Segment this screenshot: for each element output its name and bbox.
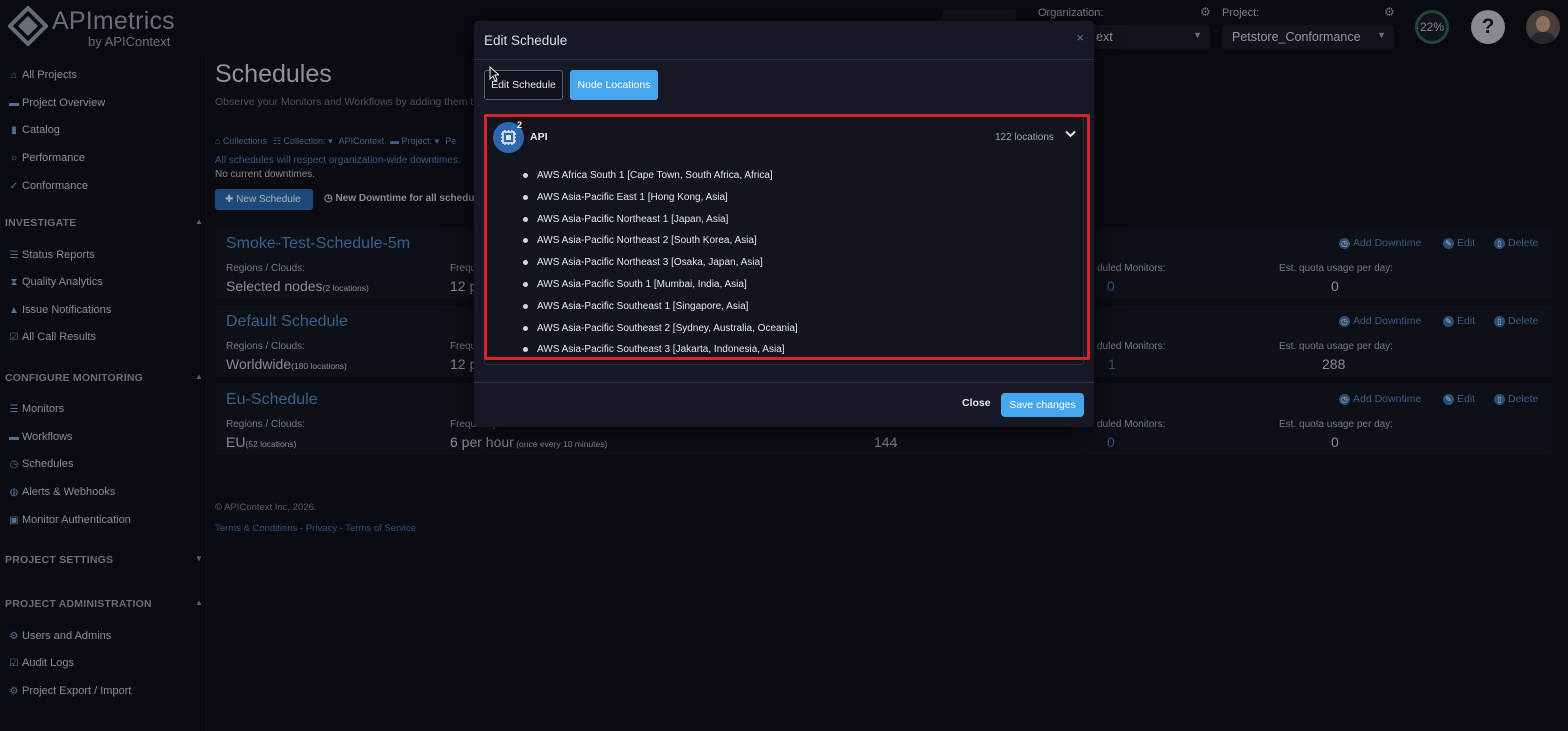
save-changes-button[interactable]: Save changes	[1001, 393, 1084, 417]
mouse-cursor-icon	[489, 66, 499, 82]
highlight-annotation-box	[484, 114, 1090, 360]
tab-node-locations[interactable]: Node Locations	[570, 70, 658, 100]
modal-divider	[474, 59, 1094, 60]
close-button[interactable]: Close	[962, 397, 991, 409]
modal-title: Edit Schedule	[484, 33, 568, 48]
modal-divider	[474, 382, 1094, 383]
edit-schedule-modal: Edit Schedule × Edit Schedule Node Locat…	[474, 21, 1094, 427]
close-icon[interactable]: ×	[1076, 30, 1084, 45]
